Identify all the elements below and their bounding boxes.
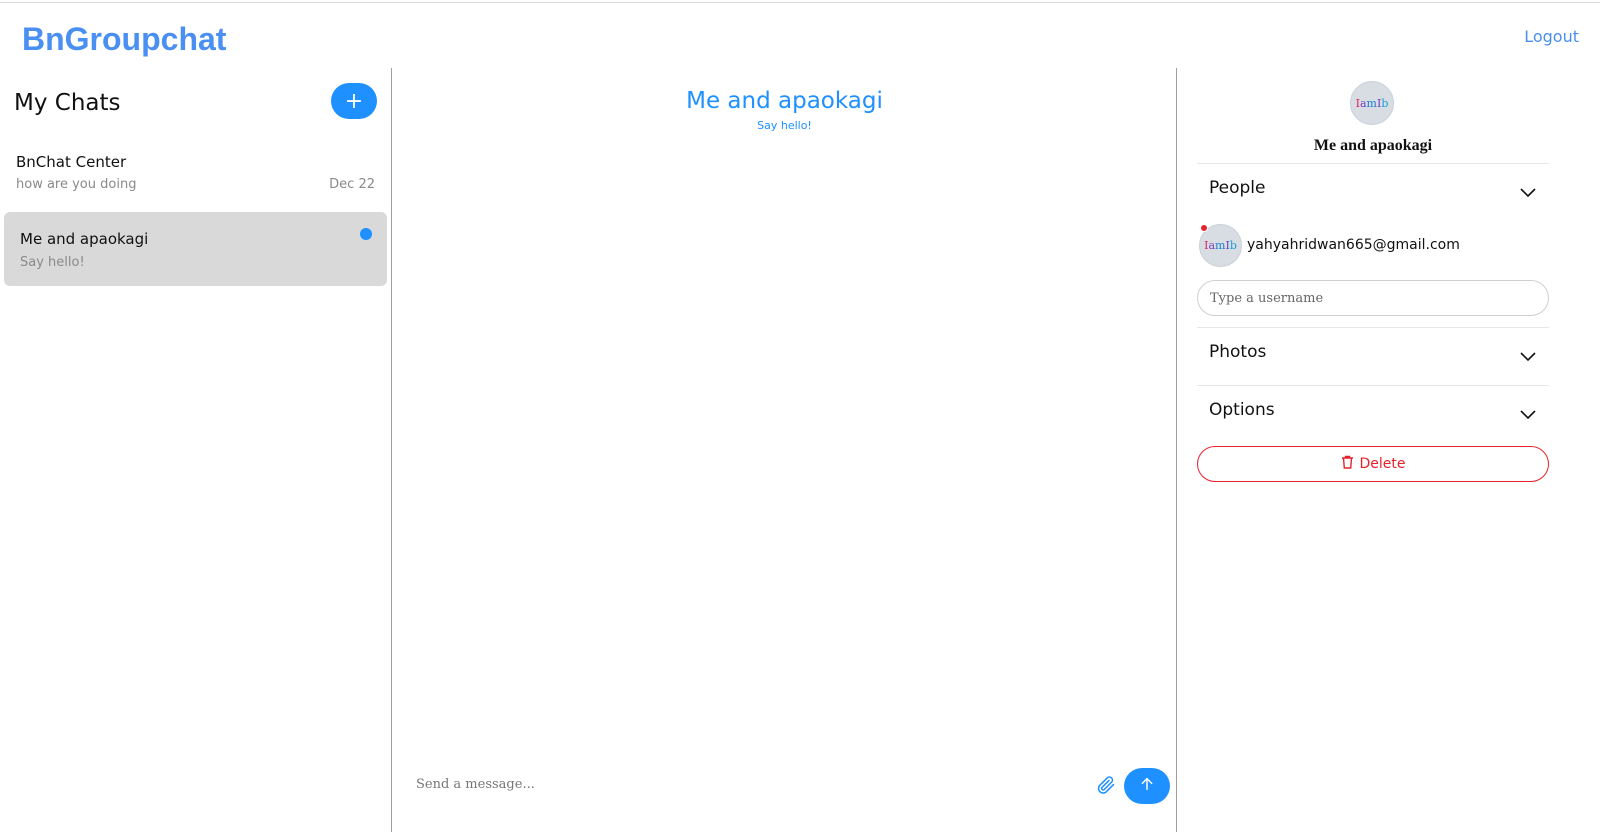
chat-title: Me and apaokagi bbox=[686, 88, 883, 114]
new-chat-button[interactable]: + bbox=[331, 83, 377, 119]
chat-name: Me and apaokagi bbox=[20, 230, 149, 248]
message-input[interactable] bbox=[416, 772, 1076, 796]
plus-icon: + bbox=[344, 88, 364, 114]
trash-icon bbox=[1341, 455, 1354, 473]
navbar: BnGroupchat Logout bbox=[0, 3, 1600, 69]
chevron-down-icon[interactable] bbox=[1520, 347, 1536, 362]
chat-settings-panel: IamIb Me and apaokagi People IamIb yahya… bbox=[1178, 68, 1600, 832]
options-section-toggle[interactable]: Options bbox=[1209, 400, 1275, 420]
chat-settings-title: Me and apaokagi bbox=[1313, 137, 1433, 154]
divider bbox=[1197, 163, 1549, 164]
delete-label: Delete bbox=[1359, 456, 1406, 472]
chevron-down-icon[interactable] bbox=[1520, 183, 1536, 198]
chat-date: Dec 22 bbox=[329, 177, 375, 192]
arrow-up-icon bbox=[1139, 776, 1155, 796]
chat-avatar: IamIb bbox=[1350, 81, 1394, 125]
send-button[interactable] bbox=[1124, 768, 1170, 804]
username-input[interactable] bbox=[1197, 280, 1549, 316]
chat-feed-panel: Me and apaokagi Say hello! bbox=[392, 68, 1177, 832]
divider bbox=[1197, 385, 1549, 386]
chat-subtitle: Say hello! bbox=[757, 119, 812, 132]
chat-list-item[interactable]: BnChat Center how are you doing Dec 22 bbox=[4, 140, 387, 214]
person-email: yahyahridwan665@gmail.com bbox=[1247, 237, 1460, 253]
chat-list-panel: My Chats + BnChat Center how are you doi… bbox=[0, 68, 392, 832]
people-section-toggle[interactable]: People bbox=[1209, 178, 1265, 198]
chat-name: BnChat Center bbox=[16, 153, 127, 171]
delete-chat-button[interactable]: Delete bbox=[1197, 446, 1549, 482]
my-chats-title: My Chats bbox=[14, 90, 121, 116]
online-status-dot bbox=[1200, 224, 1208, 232]
divider bbox=[1197, 327, 1549, 328]
brand-logo[interactable]: BnGroupchat bbox=[22, 21, 226, 58]
chevron-down-icon[interactable] bbox=[1520, 405, 1536, 420]
paperclip-icon[interactable] bbox=[1096, 775, 1116, 795]
chat-list-item-selected[interactable]: Me and apaokagi Say hello! bbox=[4, 212, 387, 286]
photos-section-toggle[interactable]: Photos bbox=[1209, 342, 1266, 362]
logout-link[interactable]: Logout bbox=[1524, 27, 1579, 46]
unread-indicator bbox=[360, 228, 372, 240]
chat-last-message: Say hello! bbox=[20, 255, 85, 270]
chat-last-message: how are you doing bbox=[16, 177, 137, 192]
